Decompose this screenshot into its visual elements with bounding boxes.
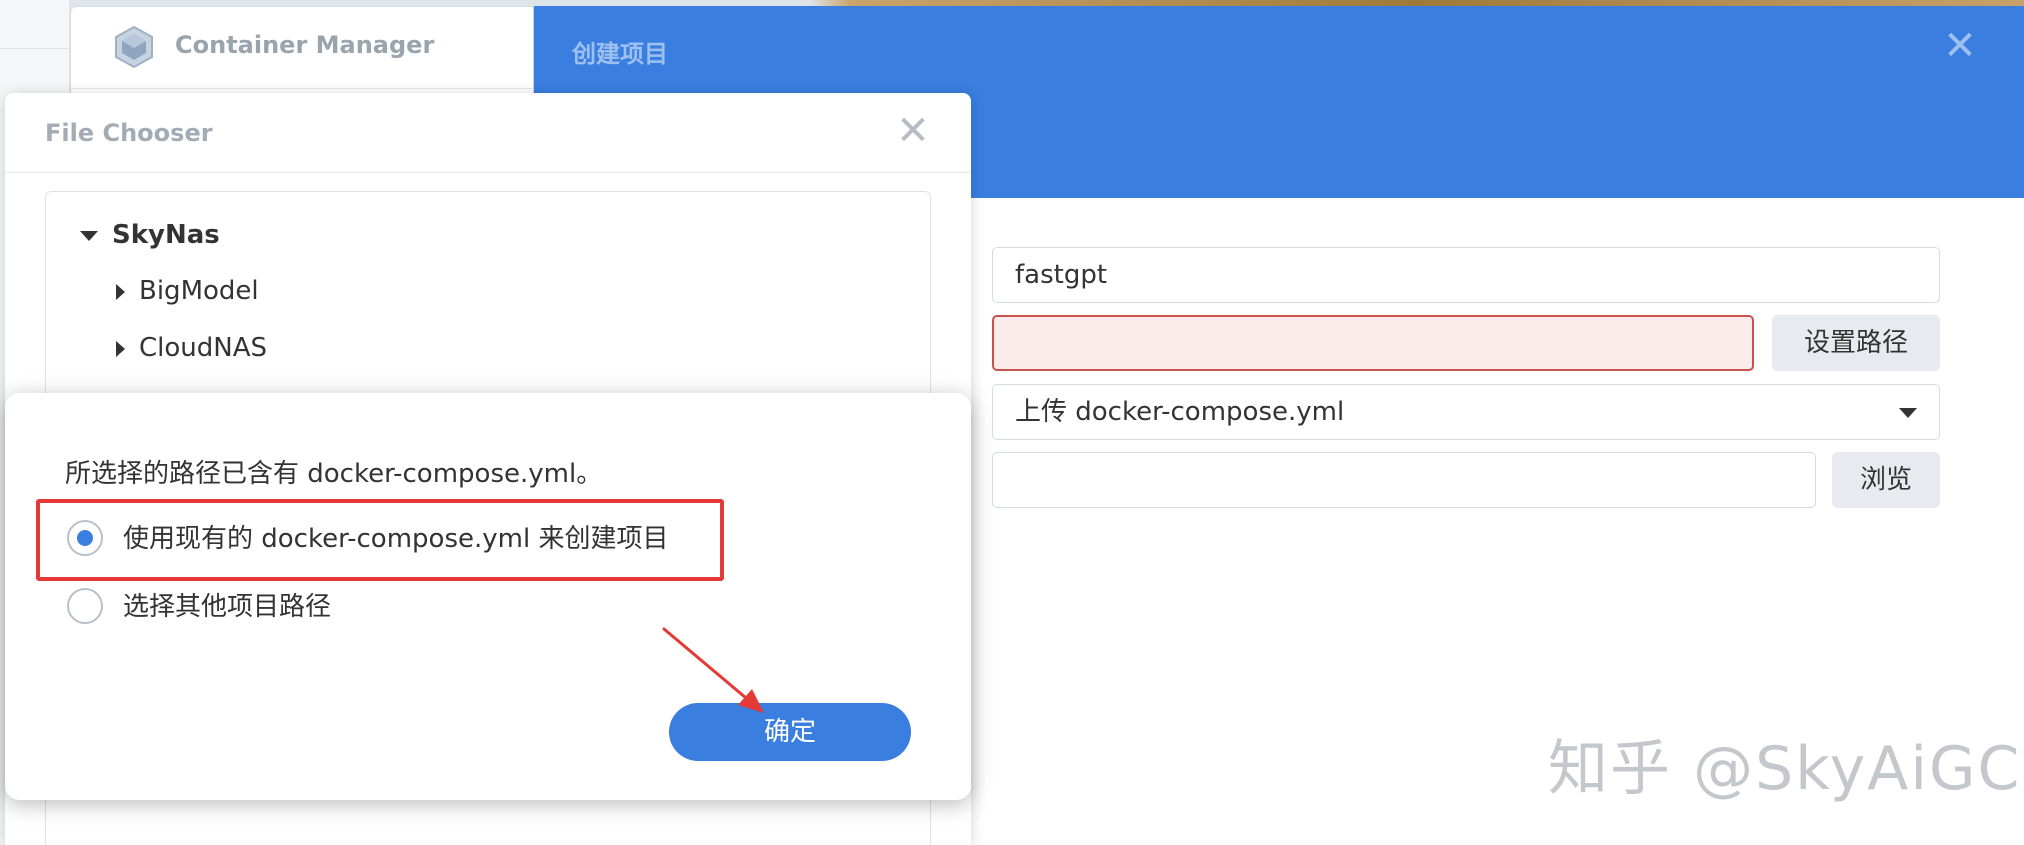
radio-label: 选择其他项目路径 <box>123 592 332 622</box>
tree-node-label: SkyNas <box>112 220 220 250</box>
container-manager-titlebar: Container Manager <box>71 7 539 89</box>
project-path-input[interactable] <box>992 315 1754 371</box>
tree-node-root[interactable]: SkyNas <box>80 220 220 250</box>
caret-right-icon[interactable] <box>116 283 125 300</box>
radio-label: 使用现有的 docker-compose.yml 来创建项目 <box>123 524 669 554</box>
set-path-button[interactable]: 设置路径 <box>1772 315 1940 371</box>
chevron-down-icon <box>1899 408 1917 418</box>
close-icon[interactable]: ✕ <box>893 111 933 151</box>
tree-node-cloudnas[interactable]: CloudNAS <box>116 333 267 363</box>
app-title: Container Manager <box>175 31 435 59</box>
compose-exists-dialog: 所选择的路径已含有 docker-compose.yml。 使用现有的 dock… <box>5 393 971 800</box>
browse-button[interactable]: 浏览 <box>1832 452 1940 508</box>
tree-node-bigmodel[interactable]: BigModel <box>116 276 259 306</box>
watermark: 知乎 @SkyAiGC <box>1548 734 2022 804</box>
file-chooser-titlebar: File Chooser ✕ <box>5 93 971 173</box>
radio-button[interactable] <box>67 588 103 624</box>
create-project-title: 创建项目 <box>572 40 668 68</box>
dialog-message: 所选择的路径已含有 docker-compose.yml。 <box>65 459 603 489</box>
container-manager-icon <box>115 25 153 69</box>
tree-node-label: BigModel <box>139 276 259 306</box>
upload-file-input[interactable] <box>992 452 1816 508</box>
project-name-input[interactable]: fastgpt <box>992 247 1940 303</box>
close-icon[interactable]: ✕ <box>1940 26 1980 66</box>
source-select-value: 上传 docker-compose.yml <box>1015 397 1345 427</box>
tree-node-label: CloudNAS <box>139 333 268 363</box>
file-chooser-title: File Chooser <box>45 119 213 147</box>
caret-right-icon[interactable] <box>116 340 125 357</box>
radio-button-checked[interactable] <box>67 520 103 556</box>
annotation-arrow-icon <box>662 627 764 713</box>
caret-down-icon[interactable] <box>80 230 98 241</box>
source-select[interactable]: 上传 docker-compose.yml <box>992 384 1940 440</box>
project-name-value: fastgpt <box>1015 260 1108 290</box>
